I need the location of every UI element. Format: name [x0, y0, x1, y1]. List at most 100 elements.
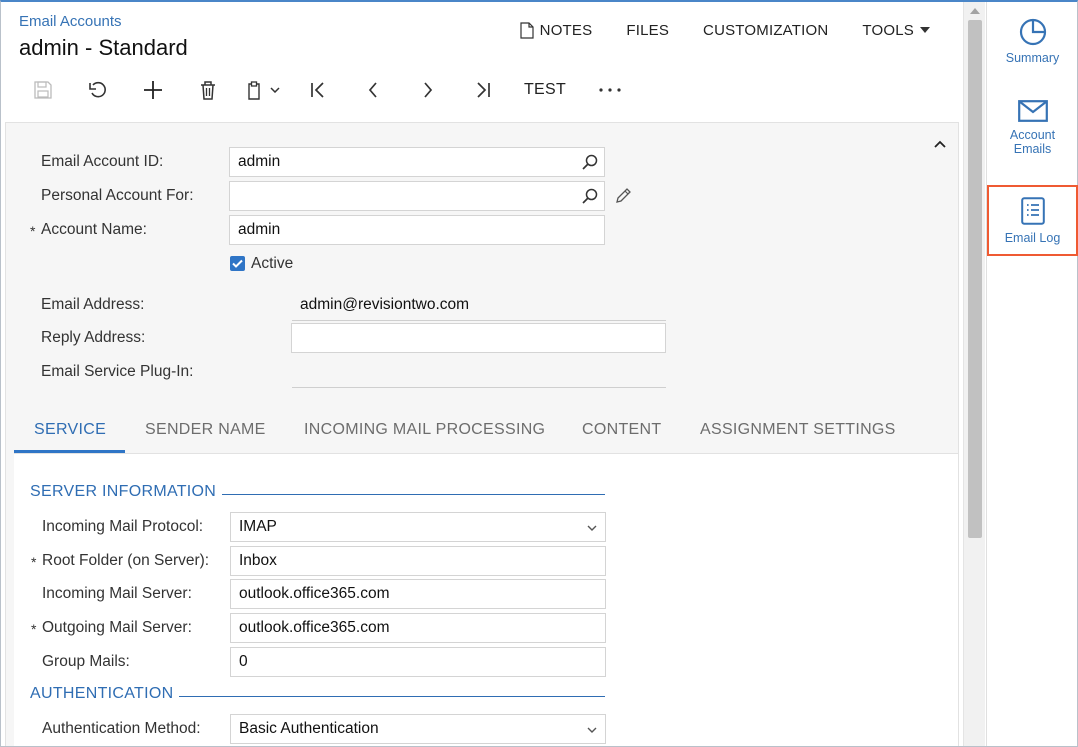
tab-content[interactable]: CONTENT — [582, 407, 661, 453]
active-checkbox[interactable] — [230, 256, 245, 271]
list-document-icon — [1020, 196, 1045, 225]
first-record-icon — [310, 82, 324, 98]
next-record-button[interactable] — [400, 74, 455, 106]
summary-panel-button[interactable]: Summary — [987, 18, 1078, 70]
email-address-value: admin@revisiontwo.com — [300, 296, 470, 313]
tab-sender-name[interactable]: SENDER NAME — [145, 407, 266, 453]
reply-address-label: Reply Address: — [41, 329, 146, 346]
notes-button[interactable]: NOTES — [503, 20, 610, 40]
outgoing-mail-server-value: outlook.office365.com — [239, 619, 390, 636]
envelope-icon — [1017, 100, 1048, 122]
summary-label: Summary — [1005, 51, 1060, 65]
authentication-method-value: Basic Authentication — [239, 720, 379, 737]
main-area: Email Accounts admin - Standard NOTES FI… — [1, 2, 963, 746]
first-record-button[interactable] — [290, 74, 345, 106]
tab-incoming-mail-processing[interactable]: INCOMING MAIL PROCESSING — [304, 407, 545, 453]
service-tab-content: SERVER INFORMATION Incoming Mail Protoco… — [14, 453, 958, 746]
tools-label: TOOLS — [862, 21, 914, 39]
tab-bar: SERVICE SENDER NAME INCOMING MAIL PROCES… — [14, 407, 958, 453]
outgoing-mail-server-field[interactable]: outlook.office365.com — [230, 613, 606, 643]
required-mark: * — [30, 223, 36, 239]
customization-button[interactable]: CUSTOMIZATION — [686, 20, 845, 40]
root-folder-value: Inbox — [239, 552, 277, 569]
account-emails-panel-button[interactable]: Account Emails — [987, 100, 1078, 162]
email-log-label: Email Log — [1004, 230, 1061, 245]
next-record-icon — [423, 82, 432, 98]
email-service-plugin-label: Email Service Plug-In: — [41, 363, 194, 380]
account-name-value: admin — [238, 221, 281, 238]
required-mark: * — [31, 621, 37, 637]
top-menu: NOTES FILES CUSTOMIZATION TOOLS — [503, 20, 947, 40]
toolbar: TEST — [15, 74, 640, 106]
group-mails-value: 0 — [239, 653, 248, 670]
personal-account-for-label: Personal Account For: — [41, 187, 194, 204]
account-name-field[interactable]: admin — [229, 215, 605, 245]
save-button[interactable] — [15, 74, 70, 106]
incoming-mail-server-value: outlook.office365.com — [239, 585, 390, 602]
authentication-method-label: Authentication Method: — [42, 720, 201, 737]
search-icon[interactable] — [582, 154, 598, 170]
vertical-scrollbar[interactable] — [963, 2, 985, 746]
search-icon[interactable] — [582, 188, 598, 204]
previous-record-icon — [368, 82, 377, 98]
group-mails-field[interactable]: 0 — [230, 647, 606, 677]
pie-chart-icon — [1019, 18, 1046, 46]
add-button[interactable] — [125, 74, 180, 106]
last-record-button[interactable] — [455, 74, 510, 106]
email-log-panel-button[interactable]: Email Log — [987, 185, 1078, 256]
copy-paste-button[interactable] — [235, 74, 290, 106]
copy-paste-icon — [247, 80, 260, 100]
reply-address-field[interactable] — [291, 323, 666, 353]
undo-icon — [88, 81, 106, 98]
right-side-panel: Summary Account Emails Email Log — [986, 2, 1078, 746]
active-label[interactable]: Active — [251, 255, 293, 273]
group-mails-label: Group Mails: — [42, 653, 130, 670]
document-icon — [520, 21, 534, 39]
files-button[interactable]: FILES — [609, 20, 686, 40]
notes-label: NOTES — [539, 21, 593, 39]
chevron-down-icon — [587, 727, 597, 733]
add-icon — [143, 81, 162, 99]
email-service-plugin-underline — [292, 387, 666, 388]
email-account-id-field[interactable]: admin — [229, 147, 605, 177]
files-label: FILES — [626, 21, 670, 39]
chevron-up-icon — [934, 140, 946, 148]
tab-service[interactable]: SERVICE — [34, 407, 106, 453]
tools-button[interactable]: TOOLS — [845, 20, 947, 40]
email-account-id-label: Email Account ID: — [41, 153, 164, 170]
breadcrumb[interactable]: Email Accounts — [19, 13, 122, 30]
required-mark: * — [31, 554, 37, 570]
delete-icon — [200, 80, 215, 100]
account-name-label: Account Name: — [41, 221, 147, 238]
form-panel: Email Account ID: admin Personal Account… — [5, 122, 959, 746]
incoming-mail-server-field[interactable]: outlook.office365.com — [230, 579, 606, 609]
incoming-mail-protocol-label: Incoming Mail Protocol: — [42, 518, 204, 535]
root-folder-field[interactable]: Inbox — [230, 546, 606, 576]
tab-assignment-settings[interactable]: ASSIGNMENT SETTINGS — [700, 407, 896, 453]
previous-record-button[interactable] — [345, 74, 400, 106]
email-address-label: Email Address: — [41, 296, 145, 313]
edit-pencil-icon[interactable] — [615, 187, 632, 204]
save-icon — [33, 81, 52, 99]
page-title: admin - Standard — [19, 35, 188, 60]
checkmark-icon — [232, 259, 243, 268]
scrollbar-thumb[interactable] — [968, 20, 982, 538]
incoming-mail-protocol-select[interactable]: IMAP — [230, 512, 606, 542]
authentication-method-select[interactable]: Basic Authentication — [230, 714, 606, 744]
scroll-up-arrow-icon[interactable] — [970, 7, 980, 14]
account-emails-label: Account Emails — [1009, 128, 1056, 156]
caret-down-icon — [920, 27, 930, 33]
incoming-mail-server-label: Incoming Mail Server: — [42, 585, 192, 602]
test-button[interactable]: TEST — [510, 74, 580, 106]
personal-account-for-field[interactable] — [229, 181, 605, 211]
collapse-button[interactable] — [934, 135, 946, 153]
authentication-heading: AUTHENTICATION — [30, 685, 180, 703]
delete-button[interactable] — [180, 74, 235, 106]
server-information-heading: SERVER INFORMATION — [30, 483, 223, 501]
incoming-mail-protocol-value: IMAP — [239, 518, 277, 535]
chevron-down-icon — [587, 525, 597, 531]
more-button[interactable] — [580, 74, 640, 106]
email-account-id-value: admin — [238, 153, 281, 170]
chevron-down-icon — [269, 87, 280, 93]
undo-button[interactable] — [70, 74, 125, 106]
